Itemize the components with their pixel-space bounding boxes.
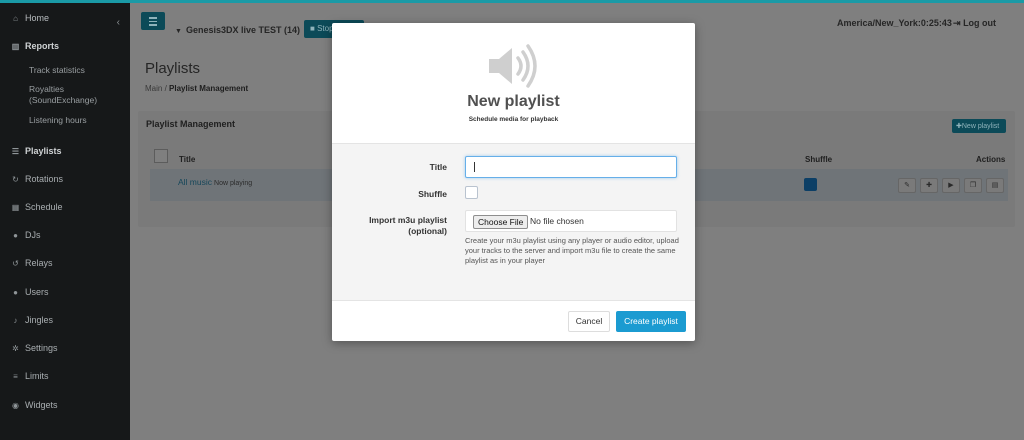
sidebar-item-jingles[interactable]: ♪ Jingles bbox=[0, 310, 130, 330]
sidebar-item-label: Schedule bbox=[25, 202, 63, 212]
modal-body: Title Shuffle Import m3u playlist (optio… bbox=[332, 144, 695, 301]
caret-down-icon: ▼ bbox=[175, 28, 182, 35]
sidebar-subitem-listening-hours[interactable]: Listening hours bbox=[29, 115, 87, 126]
sidebar-item-djs[interactable]: ● DJs bbox=[0, 225, 130, 245]
sidebar-item-label: Reports bbox=[25, 41, 60, 51]
sidebar-subitem-track-statistics[interactable]: Track statistics bbox=[29, 65, 85, 76]
file-status: No file chosen bbox=[530, 216, 584, 226]
choose-file-button[interactable]: Choose File bbox=[473, 215, 529, 229]
breadcrumb-main[interactable]: Main bbox=[145, 84, 162, 93]
sidebar-item-label: Settings bbox=[25, 343, 58, 353]
breadcrumb-current: Playlist Management bbox=[169, 84, 249, 93]
sidebar-item-label: Home bbox=[25, 13, 50, 23]
import-help-text: Create your m3u playlist using any playe… bbox=[465, 236, 679, 265]
logout-link[interactable]: ⇥ Log out bbox=[953, 18, 996, 29]
m3u-file-input[interactable]: Choose File No file chosen bbox=[465, 210, 677, 232]
sidebar-item-schedule[interactable]: ▦ Schedule bbox=[0, 197, 130, 217]
calendar-icon: ▦ bbox=[11, 202, 20, 212]
widgets-icon: ◉ bbox=[12, 400, 19, 410]
sidebar-item-label: Users bbox=[25, 287, 49, 297]
column-header-title: Title bbox=[179, 155, 196, 164]
card-title: Playlist Management bbox=[146, 119, 236, 129]
play-icon[interactable]: ▶ bbox=[942, 178, 960, 193]
text-caret bbox=[474, 162, 475, 172]
sidebar-item-settings[interactable]: ✲ Settings bbox=[0, 338, 130, 358]
breadcrumb: Main / Playlist Management bbox=[145, 84, 249, 93]
sidebar-item-label: Limits bbox=[25, 371, 49, 381]
sidebar-item-reports[interactable]: ▥ Reports bbox=[0, 36, 130, 56]
bar-chart-icon: ▥ bbox=[11, 41, 20, 51]
modal-subtitle: Schedule media for playback bbox=[468, 116, 559, 123]
new-playlist-modal: New playlist Schedule media for playback… bbox=[332, 23, 695, 341]
list-icon: ☰ bbox=[11, 146, 20, 156]
modal-title: New playlist bbox=[467, 93, 560, 110]
home-icon: ⌂ bbox=[13, 13, 18, 23]
sidebar-item-limits[interactable]: ≡ Limits bbox=[0, 366, 130, 386]
menu-toggle-button[interactable] bbox=[141, 12, 165, 30]
edit-icon[interactable]: ✎ bbox=[898, 178, 916, 193]
sidebar-item-users[interactable]: ● Users bbox=[0, 282, 130, 302]
sidebar-item-label: Rotations bbox=[25, 174, 64, 184]
cogs-icon: ✲ bbox=[12, 343, 19, 353]
create-playlist-button[interactable]: Create playlist bbox=[616, 311, 686, 332]
server-clock: America/New_York:0:25:43 bbox=[837, 18, 952, 28]
title-input[interactable] bbox=[465, 156, 677, 178]
sidebar-item-rotations[interactable]: ↻ Rotations bbox=[0, 169, 130, 189]
file-icon[interactable]: ▤ bbox=[986, 178, 1004, 193]
select-all-checkbox[interactable] bbox=[154, 149, 168, 163]
title-label: Title bbox=[429, 162, 447, 172]
sidebar-item-label: DJs bbox=[25, 230, 41, 240]
logout-icon: ⇥ bbox=[953, 18, 961, 28]
limits-icon: ≡ bbox=[13, 371, 18, 381]
row-shuffle-checkbox[interactable] bbox=[804, 178, 817, 191]
column-header-actions: Actions bbox=[976, 155, 1006, 164]
page-title: Playlists bbox=[145, 60, 201, 77]
new-playlist-button[interactable]: ✚New playlist bbox=[952, 119, 1006, 133]
user-icon: ● bbox=[13, 230, 18, 240]
plus-icon[interactable]: ✚ bbox=[920, 178, 938, 193]
sidebar-item-label: Playlists bbox=[25, 146, 62, 156]
users-icon: ● bbox=[13, 287, 18, 297]
sidebar-item-label: Relays bbox=[25, 258, 53, 268]
shuffle-label: Shuffle bbox=[418, 189, 447, 199]
sidebar-subitem-royalties-note[interactable]: (SoundExchange) bbox=[29, 95, 97, 106]
import-label-optional: (optional) bbox=[408, 226, 447, 236]
stop-icon: ■ bbox=[310, 24, 315, 33]
now-playing-label: Now playing bbox=[214, 180, 253, 187]
modal-header: New playlist Schedule media for playback bbox=[332, 23, 695, 144]
station-selector[interactable]: ▼ Genesis3DX live TEST (14) bbox=[175, 25, 300, 35]
sidebar-item-playlists[interactable]: ☰ Playlists bbox=[0, 141, 130, 161]
sidebar-item-home[interactable]: ⌂ Home bbox=[0, 8, 130, 28]
bell-icon: ♪ bbox=[13, 315, 18, 325]
sidebar-item-relays[interactable]: ↺ Relays bbox=[0, 253, 130, 273]
sidebar-item-widgets[interactable]: ◉ Widgets bbox=[0, 395, 130, 415]
sidebar: ‹ ⌂ Home ▥ Reports Track statistics Roya… bbox=[0, 3, 130, 440]
import-label: Import m3u playlist bbox=[369, 215, 447, 225]
relay-icon: ↺ bbox=[12, 258, 19, 268]
cancel-button[interactable]: Cancel bbox=[568, 311, 610, 332]
refresh-icon: ↻ bbox=[12, 174, 19, 184]
speaker-icon bbox=[489, 44, 537, 88]
sidebar-subitem-royalties[interactable]: Royalties bbox=[29, 84, 64, 95]
sidebar-item-label: Jingles bbox=[25, 315, 54, 325]
copy-icon[interactable]: ❐ bbox=[964, 178, 982, 193]
playlist-title-link[interactable]: All music Now playing bbox=[178, 177, 252, 187]
shuffle-checkbox[interactable] bbox=[465, 186, 478, 199]
sidebar-item-label: Widgets bbox=[25, 400, 58, 410]
column-header-shuffle: Shuffle bbox=[805, 155, 833, 164]
